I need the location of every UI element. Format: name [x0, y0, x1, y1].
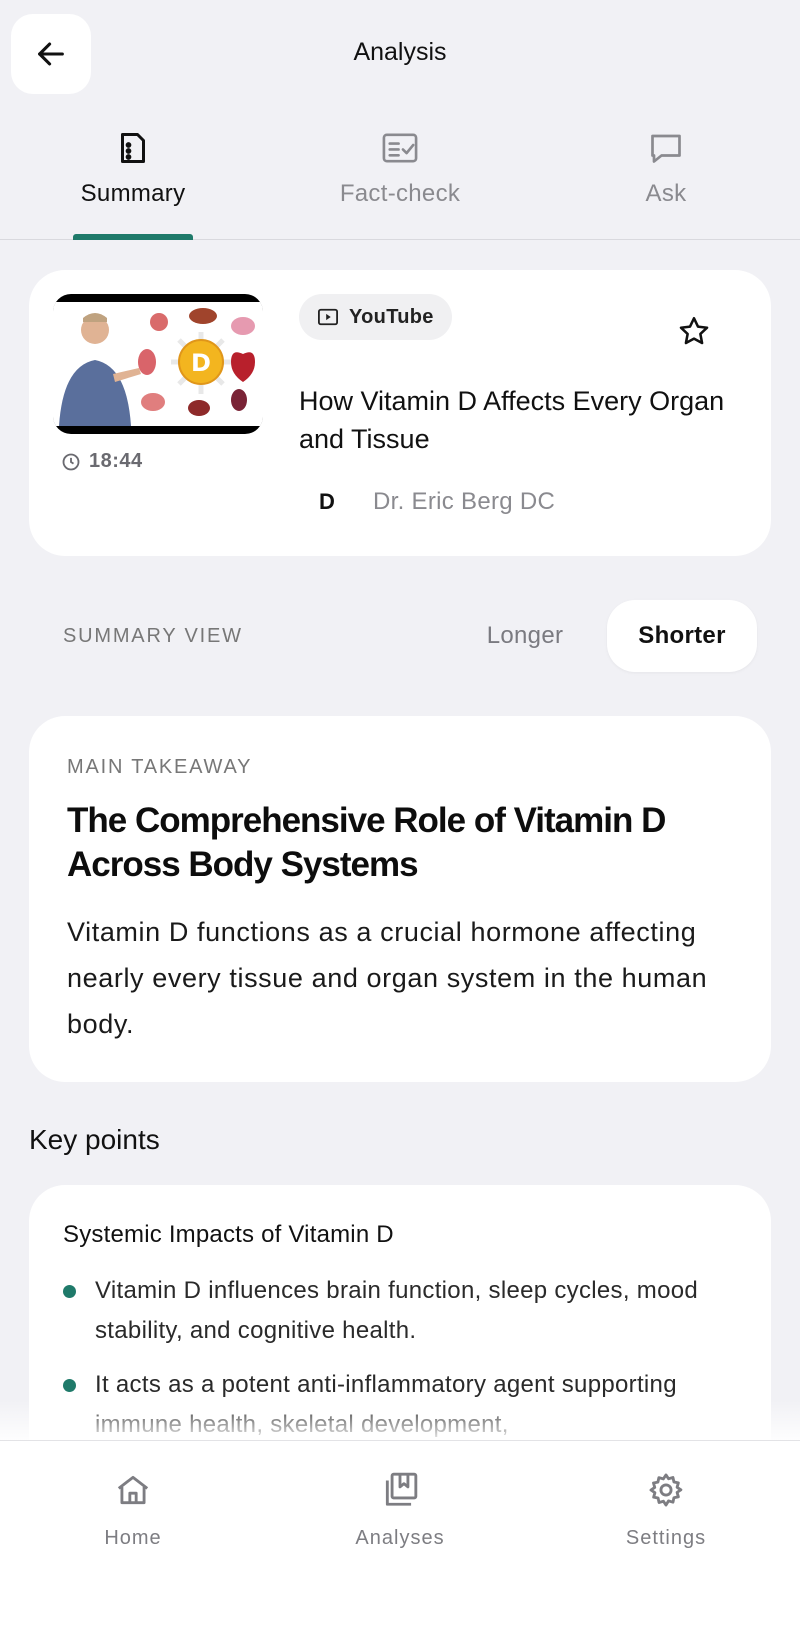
nav-settings[interactable]: Settings [566, 1471, 766, 1550]
document-icon [121, 133, 145, 163]
channel-avatar: D [319, 489, 335, 514]
list-item: Vitamin D influences brain function, sle… [63, 1271, 737, 1351]
tab-label: Ask [645, 180, 687, 207]
nav-analyses[interactable]: Analyses [300, 1471, 500, 1550]
star-icon [679, 316, 709, 345]
bullet-dot [63, 1285, 76, 1298]
duration-text: 18:44 [89, 450, 143, 472]
nav-label: Home [104, 1527, 162, 1549]
takeaway-body: Vitamin D functions as a crucial hormone… [67, 917, 708, 1039]
page-title: Analysis [353, 38, 447, 66]
tab-bar: Summary Fact-check Ask [0, 120, 800, 240]
favorite-button[interactable] [677, 314, 711, 348]
checklist-icon [382, 133, 418, 163]
bullet-dot [63, 1379, 76, 1392]
nav-label: Analyses [355, 1527, 445, 1549]
tab-label: Fact-check [339, 180, 461, 207]
nav-home[interactable]: Home [33, 1471, 233, 1550]
tab-summary[interactable]: Summary [33, 120, 233, 240]
active-tab-indicator [73, 234, 193, 240]
takeaway-kicker: MAIN TAKEAWAY [67, 756, 253, 778]
scroll-fade [0, 1400, 800, 1440]
main-takeaway-card: MAIN TAKEAWAY The Comprehensive Role of … [29, 716, 771, 1082]
summary-view-label: SUMMARY VIEW [63, 625, 243, 647]
bookmark-stack-icon [385, 1472, 418, 1506]
header: Analysis [0, 0, 800, 108]
home-icon [117, 1475, 149, 1505]
tab-ask[interactable]: Ask [566, 120, 766, 240]
thumbnail-illustration: D [53, 302, 263, 426]
source-name: YouTube [349, 305, 434, 328]
video-card[interactable]: D 18:44 YouTube How Vitamin D Affects Ev… [29, 270, 771, 556]
source-badge: YouTube [299, 294, 452, 340]
video-title: How Vitamin D Affects Every Organ and Ti… [299, 386, 725, 454]
key-points-heading: Key points [29, 1124, 160, 1155]
key-points-section-title: Systemic Impacts of Vitamin D [63, 1221, 394, 1248]
channel-row: D Dr. Eric Berg DC [319, 488, 555, 516]
clock-icon [62, 453, 80, 470]
shorter-button[interactable]: Shorter [607, 600, 757, 672]
play-icon [318, 308, 338, 326]
nav-label: Settings [625, 1527, 707, 1549]
takeaway-title: The Comprehensive Role of Vitamin D Acro… [67, 801, 666, 884]
gear-icon [649, 1473, 683, 1507]
thumbnail-vitamin-letter: D [191, 349, 211, 377]
longer-button[interactable]: Longer [460, 606, 590, 666]
bottom-nav: Home Analyses Settings [0, 1440, 800, 1629]
tab-label: Summary [80, 180, 186, 207]
channel-name: Dr. Eric Berg DC [373, 488, 556, 515]
tab-fact-check[interactable]: Fact-check [300, 120, 500, 240]
list-item-text: Vitamin D influences brain function, sle… [95, 1277, 699, 1344]
video-thumbnail[interactable]: D [53, 294, 263, 434]
chat-bubble-icon [651, 134, 681, 163]
video-duration: 18:44 [61, 450, 143, 473]
